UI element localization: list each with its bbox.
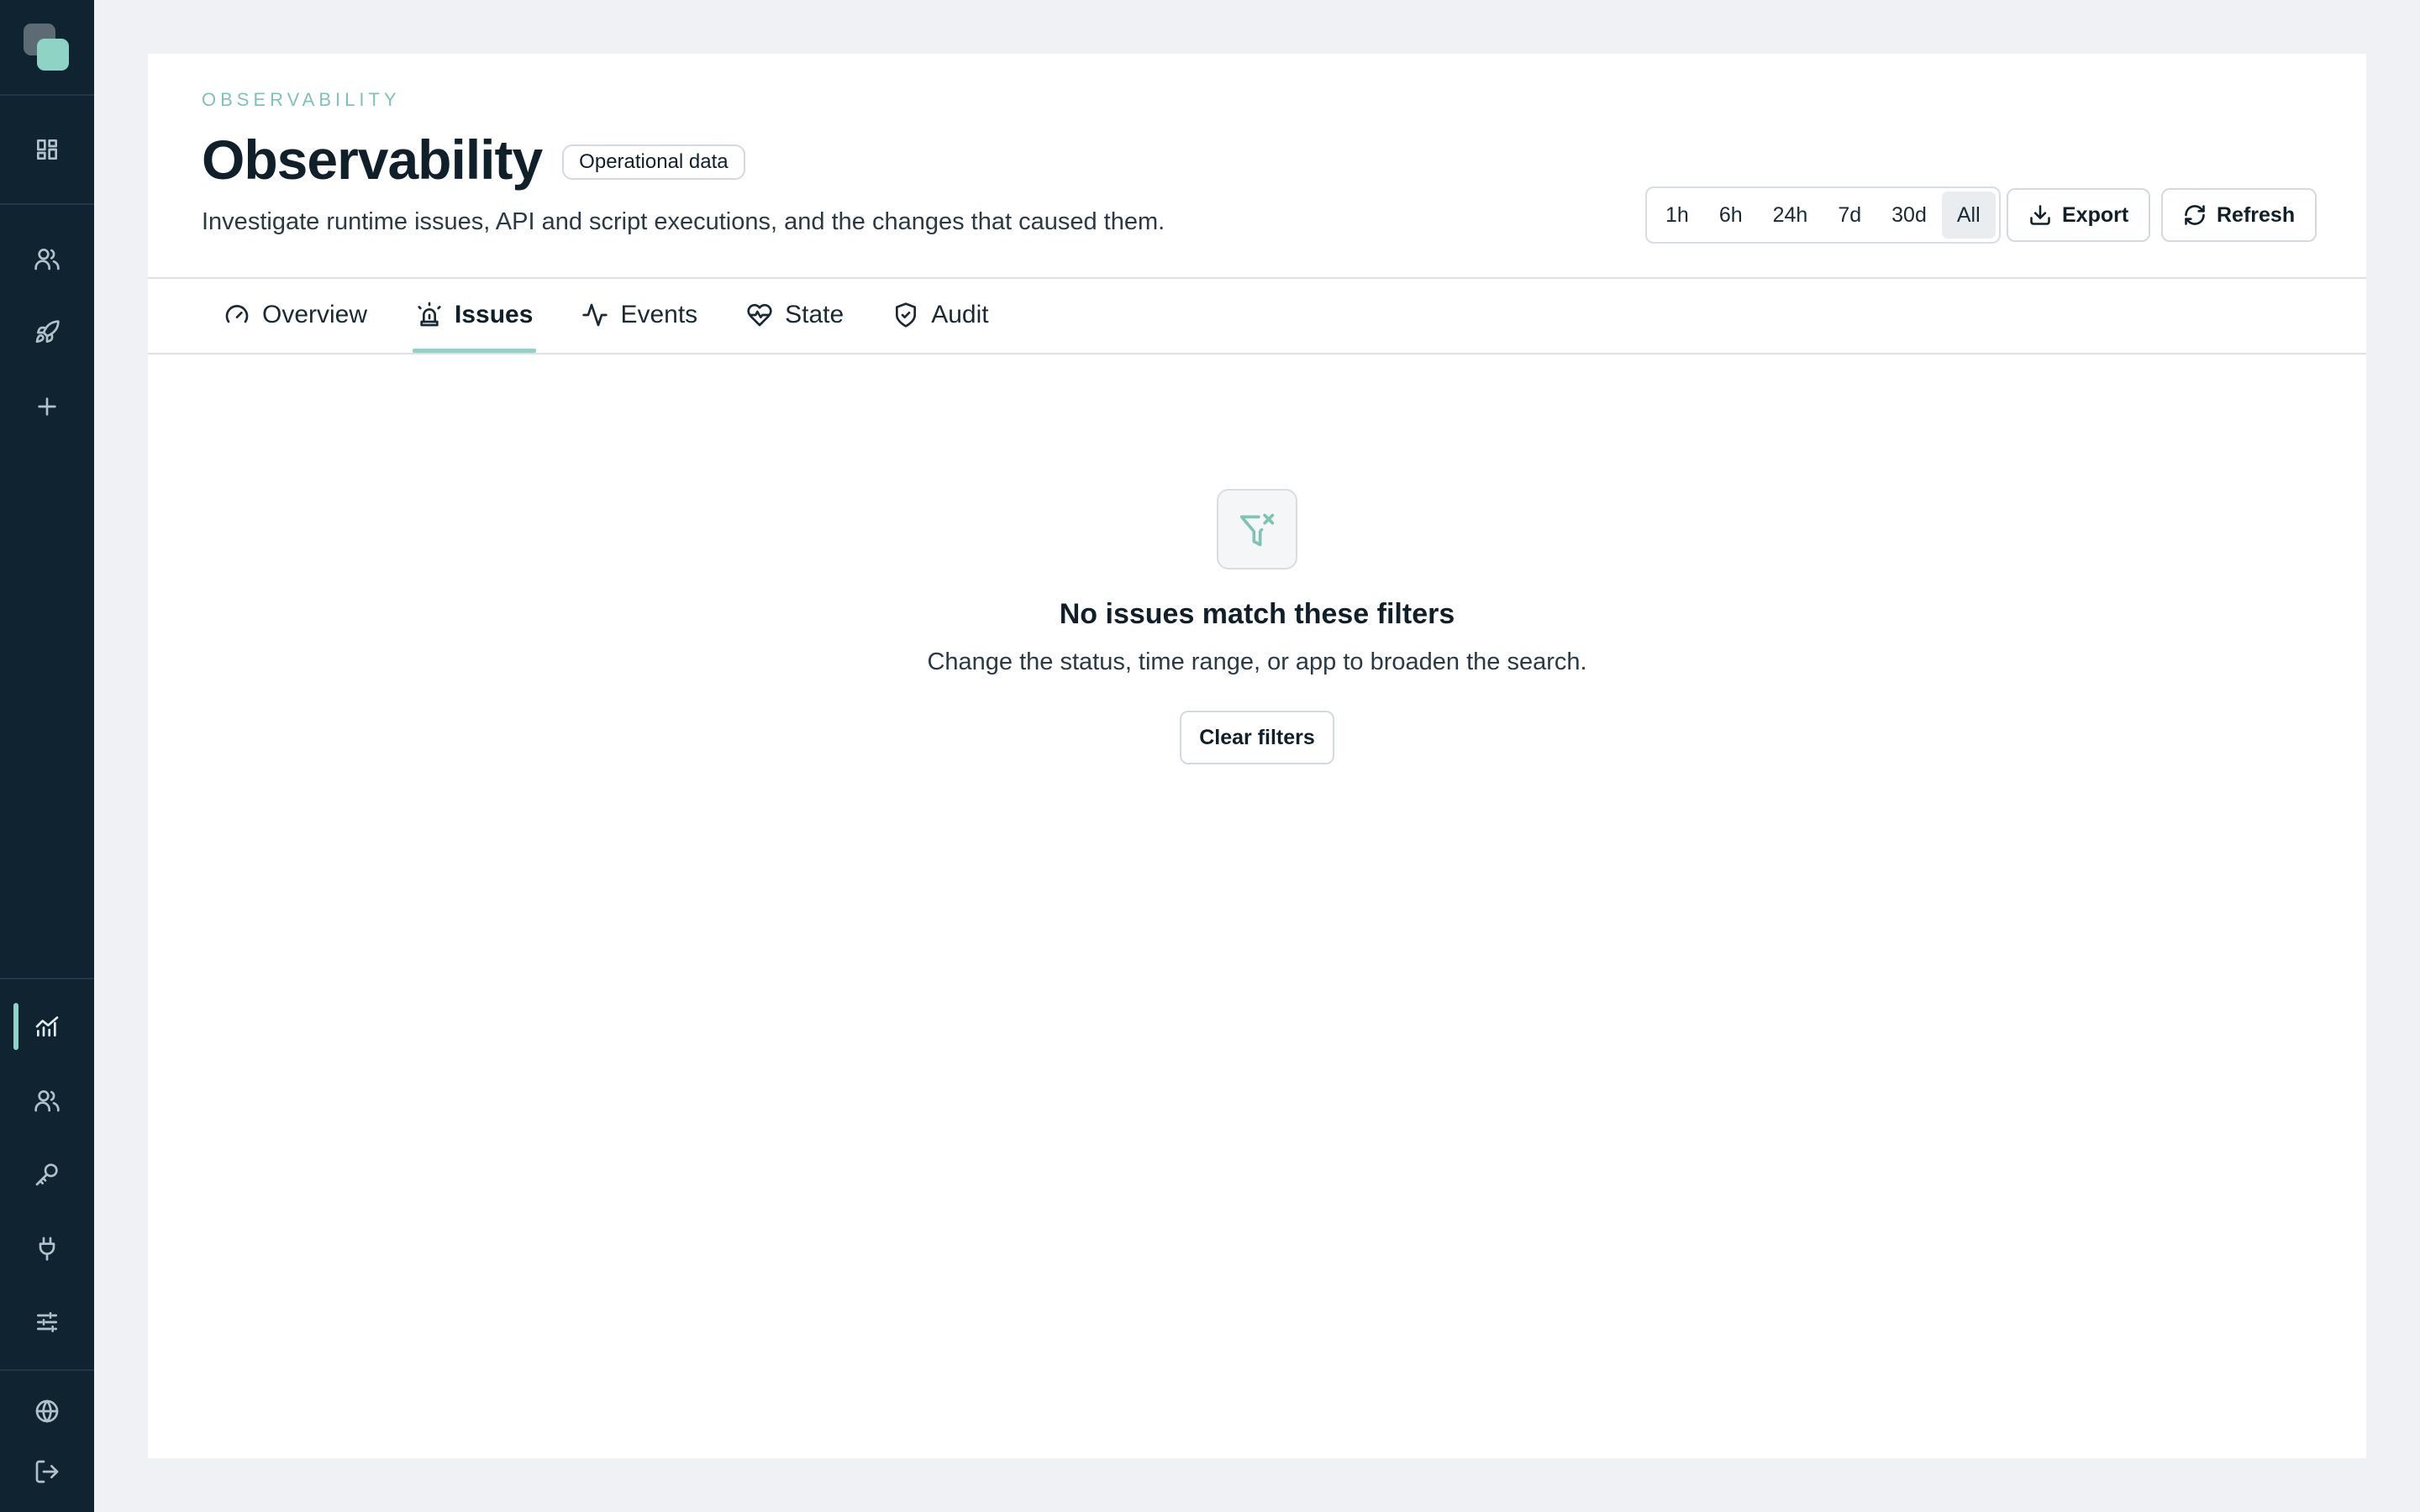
logo-front-square (37, 39, 69, 71)
sidebar-item-team[interactable] (0, 1067, 94, 1134)
users-icon (34, 249, 60, 270)
plus-icon (38, 397, 56, 416)
activity-icon (582, 303, 608, 327)
sidebar-divider (0, 203, 94, 205)
tab-audit[interactable]: Audit (889, 277, 992, 353)
sidebar-divider (0, 978, 94, 979)
logout-icon (35, 1460, 59, 1483)
status-badge: Operational data (562, 144, 745, 180)
clear-filters-button[interactable]: Clear filters (1180, 711, 1334, 764)
sidebar-item-add[interactable] (0, 373, 94, 440)
download-icon (2030, 205, 2050, 225)
rocket-icon (35, 320, 60, 343)
page-eyebrow: OBSERVABILITY (202, 89, 401, 110)
time-range-6h[interactable]: 6h (1704, 192, 1758, 239)
page-subtitle: Investigate runtime issues, API and scri… (202, 208, 1165, 235)
siren-icon (418, 302, 441, 327)
empty-state-title: No issues match these filters (1059, 598, 1455, 630)
time-range-24h[interactable]: 24h (1758, 192, 1823, 239)
time-range-1h[interactable]: 1h (1650, 192, 1704, 239)
sidebar-item-settings[interactable] (0, 1289, 94, 1356)
time-range-all[interactable]: All (1941, 192, 1996, 239)
key-icon (35, 1163, 58, 1186)
sidebar-divider (0, 94, 94, 96)
export-button-label: Export (2062, 202, 2129, 227)
tabs-divider (148, 353, 2366, 354)
analytics-icon (35, 1016, 59, 1037)
dashboard-icon (36, 139, 57, 160)
refresh-button-label: Refresh (2217, 202, 2296, 227)
empty-state-message: Change the status, time range, or app to… (927, 648, 1587, 675)
sidebar-divider (0, 1369, 94, 1371)
page-title: Observability (202, 129, 543, 191)
main-card: OBSERVABILITY Observability Operational … (148, 54, 2366, 1458)
time-range-30d[interactable]: 30d (1876, 192, 1942, 239)
plug-icon (39, 1236, 55, 1261)
tab-label: Overview (262, 301, 368, 328)
sidebar-item-language[interactable] (0, 1378, 94, 1445)
sidebar-item-users[interactable] (0, 225, 94, 292)
refresh-icon (2185, 205, 2205, 225)
title-row: Observability Operational data (202, 128, 745, 192)
sidebar-item-dashboard[interactable] (0, 116, 94, 183)
globe-icon (35, 1399, 59, 1423)
time-range-7d[interactable]: 7d (1823, 192, 1876, 239)
sliders-icon (37, 1312, 57, 1332)
team-icon (34, 1090, 60, 1112)
export-button[interactable]: Export (2007, 188, 2151, 242)
tab-label: Audit (931, 301, 989, 328)
app-logo[interactable] (24, 24, 71, 71)
gauge-icon (225, 305, 249, 323)
tab-bar: Overview Issues Events State Audit (202, 277, 1034, 353)
filter-x-icon (1239, 513, 1275, 547)
tab-label: State (785, 301, 844, 328)
tab-label: Events (620, 301, 698, 328)
refresh-button[interactable]: Refresh (2161, 188, 2317, 242)
tab-events[interactable]: Events (578, 277, 701, 353)
shield-check-icon (896, 302, 917, 328)
tab-issues[interactable]: Issues (413, 277, 537, 353)
empty-state-icon-box (1217, 489, 1297, 570)
tab-state[interactable]: State (743, 277, 847, 353)
sidebar-item-logout[interactable] (0, 1438, 94, 1505)
sidebar (0, 0, 94, 1512)
tab-label: Issues (455, 301, 534, 328)
time-range-selector: 1h 6h 24h 7d 30d All (1645, 186, 2001, 244)
sidebar-item-integrations[interactable] (0, 1215, 94, 1282)
sidebar-item-deploy[interactable] (0, 299, 94, 366)
tab-overview[interactable]: Overview (220, 277, 371, 353)
sidebar-item-keys[interactable] (0, 1141, 94, 1208)
sidebar-item-observability[interactable] (0, 993, 94, 1060)
heart-pulse-icon (747, 303, 772, 327)
